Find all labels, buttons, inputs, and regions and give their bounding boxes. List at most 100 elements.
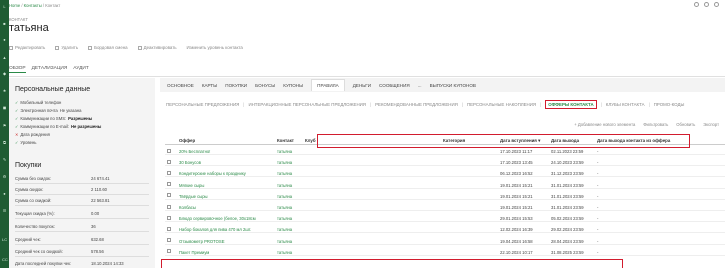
tab-coupons[interactable]: КУПОНЫ [283, 83, 303, 88]
table-row[interactable]: 20% Бесплатно! татьяна 17.10.2023 11:17 02.… [165, 147, 725, 155]
tab-cards[interactable]: КАРТЫ [202, 83, 217, 88]
end-date-cell: 31.01.2024 23:59 [551, 182, 584, 188]
row-checkbox[interactable] [167, 159, 171, 164]
refresh-button[interactable]: Обновить [676, 122, 695, 127]
change-level-button[interactable]: Изменить уровень контакта [187, 45, 243, 50]
tab-money[interactable]: ДЕНЬГИ [353, 83, 371, 88]
contact-link[interactable]: татьяна [277, 250, 292, 255]
nav-icon-1[interactable]: ■ [2, 22, 7, 26]
subtab-personal-offers[interactable]: ПЕРСОНАЛЬНЫЕ ПРЕДЛОЖЕНИЯ [166, 102, 239, 109]
table-row[interactable]: Пакет Премиум татьяна 22.10.2024 10:17 31.0… [165, 248, 725, 256]
nav-icon-8[interactable]: ⧉ [2, 141, 7, 145]
contact-link[interactable]: татьяна [277, 171, 292, 176]
nav-icon-12[interactable]: ☰ [2, 209, 7, 213]
nav-icon-3[interactable]: ▲ [2, 56, 7, 60]
row-checkbox[interactable] [167, 204, 171, 209]
tab-audit[interactable]: АУДИТ [73, 66, 88, 73]
tab-details[interactable]: ДЕТАЛИЗАЦИЯ [32, 66, 68, 73]
shift-button[interactable]: Бордовая смена [88, 45, 128, 50]
contact-link[interactable]: татьяна [277, 205, 292, 210]
personal-item-label: Электронная почта [20, 108, 58, 113]
nav-icon-4[interactable]: ◆ [2, 72, 7, 76]
nav-icon-5[interactable]: ★ [2, 89, 7, 93]
col-offer[interactable]: Оффер [179, 138, 195, 143]
tab-bonuses[interactable]: БОНУСЫ [255, 83, 275, 88]
nav-icon-6[interactable]: ◼ [2, 106, 7, 110]
table-row[interactable]: 30 Бонусов татьяна 17.10.2023 13:45 24.10.2… [165, 158, 725, 167]
table-row[interactable]: Кондитерские наборы к празднику татьяна 06… [165, 169, 725, 178]
delete-button[interactable]: Удалить [55, 45, 78, 50]
subtab-promo-codes[interactable]: ПРОМО-КОДЫ [654, 102, 685, 109]
offer-link[interactable]: Блюдо сервировочное (белое, 30х18см [179, 216, 256, 221]
tab-rules[interactable]: ПРАВИЛА [311, 79, 345, 91]
nav-icon-14[interactable]: CC [2, 258, 8, 262]
pencil-icon [9, 45, 13, 50]
offer-link[interactable]: Колбасы [179, 205, 196, 210]
subtab-contact-clubs[interactable]: КЛУБЫ КОНТАКТА [606, 102, 645, 109]
table-row[interactable]: Твёрдые сыры татьяна 19.01.2024 15:21 31.01… [165, 192, 725, 200]
contact-link[interactable]: татьяна [277, 239, 292, 244]
settings-icon[interactable] [694, 2, 699, 7]
offer-link[interactable]: Набор бокалов для пива 470 мл 2шт. [179, 227, 251, 232]
subtab-recommended[interactable]: РЕКОМЕНДОВАННЫЕ ПРЕДЛОЖЕНИЯ [375, 102, 458, 109]
tab-basic[interactable]: ОСНОВНОЕ [167, 83, 194, 88]
row-checkbox[interactable] [167, 215, 171, 220]
offer-link[interactable]: Мягкие сыры [179, 183, 204, 188]
nav-icon-11[interactable]: ● [2, 192, 7, 196]
col-club[interactable]: Клуб [305, 138, 316, 143]
row-checkbox[interactable] [167, 170, 171, 175]
contact-link[interactable]: татьяна [277, 183, 292, 188]
offer-link[interactable]: 20% Бесплатно! [179, 149, 210, 154]
row-checkbox[interactable] [167, 148, 171, 153]
nav-icon-10[interactable]: ⚙ [2, 175, 7, 179]
tab-purchases[interactable]: ПОКУПКИ [225, 83, 247, 88]
breadcrumb-contacts[interactable]: Контакты [24, 3, 42, 8]
help-icon[interactable] [704, 2, 709, 7]
row-checkbox[interactable] [167, 238, 171, 243]
offer-link[interactable]: Отзывометр PROTOSE [179, 239, 225, 244]
offer-link[interactable]: 30 Бонусов [179, 160, 201, 165]
user-icon[interactable] [714, 2, 719, 7]
offer-link[interactable]: Кондитерские наборы к празднику [179, 171, 246, 176]
nav-icon-7[interactable]: ⚑ [2, 124, 7, 128]
row-checkbox[interactable] [167, 182, 171, 187]
purchase-row: Дата последней покупки чек: 18.10.2024 14… [15, 261, 149, 266]
row-checkbox[interactable] [167, 226, 171, 231]
breadcrumb-home[interactable]: Home [9, 3, 20, 8]
nav-icon-13[interactable]: LC [2, 238, 7, 242]
export-button[interactable]: Экспорт [703, 122, 719, 127]
purchase-row: Средний чек со скидкой: 578.56 [15, 249, 149, 254]
offer-link[interactable]: Твёрдые сыры [179, 194, 208, 199]
contact-link[interactable]: татьяна [277, 194, 292, 199]
tab-coupon-issues[interactable]: ВЫПУСКИ КУПОНОВ [430, 83, 476, 88]
edit-button[interactable]: Редактировать [9, 45, 45, 50]
action-bar: Редактировать Удалить Бордовая смена Деа… [9, 45, 243, 50]
exit-date-cell: - [597, 227, 599, 233]
tab-overview[interactable]: ОБЗОР [9, 66, 26, 73]
add-button[interactable]: + Добавление нового элемента [574, 122, 635, 127]
contact-link[interactable]: татьяна [277, 149, 292, 154]
table-row[interactable]: Мягкие сыры татьяна 19.01.2024 15:21 31.01.… [165, 181, 725, 189]
purchase-value: 2 110.60 [91, 187, 107, 192]
table-row[interactable]: Отзывометр PROTOSE татьяна 19.04.2024 16:5… [165, 237, 725, 245]
subtab-interactive-offers[interactable]: ИНТЕРАКЦИОННЫЕ ПЕРСОНАЛЬНЫЕ ПРЕДЛОЖЕНИЯ [248, 102, 366, 109]
table-row[interactable]: Колбасы татьяна 19.01.2024 15:21 31.01.2024… [165, 203, 725, 211]
subtab-contact-offers[interactable]: ОФФЕРЫ КОНТАКТА [545, 100, 597, 109]
contact-link[interactable]: татьяна [277, 160, 292, 165]
col-contact[interactable]: Контакт [277, 138, 294, 143]
tab-more[interactable]: ... [418, 83, 422, 88]
contact-link[interactable]: татьяна [277, 216, 292, 221]
subtab-accumulations[interactable]: ПЕРСОНАЛЬНЫЕ НАКОПЛЕНИЯ [467, 102, 536, 109]
offer-link[interactable]: Пакет Премиум [179, 250, 209, 255]
deactivate-button[interactable]: Деактивировать [137, 45, 177, 50]
table-row[interactable]: Набор бокалов для пива 470 мл 2шт. татьян… [165, 225, 725, 234]
row-checkbox[interactable] [167, 249, 171, 254]
contact-link[interactable]: татьяна [277, 227, 292, 232]
table-row[interactable]: Блюдо сервировочное (белое, 30х18см татья… [165, 214, 725, 223]
row-checkbox[interactable] [167, 193, 171, 198]
nav-icon-9[interactable]: ✎ [2, 158, 7, 162]
nav-icon-0[interactable]: L [2, 5, 7, 9]
nav-icon-2[interactable]: ● [2, 38, 7, 42]
filter-button[interactable]: Фильтровать [643, 122, 668, 127]
tab-messages[interactable]: СООБЩЕНИЯ [379, 83, 410, 88]
